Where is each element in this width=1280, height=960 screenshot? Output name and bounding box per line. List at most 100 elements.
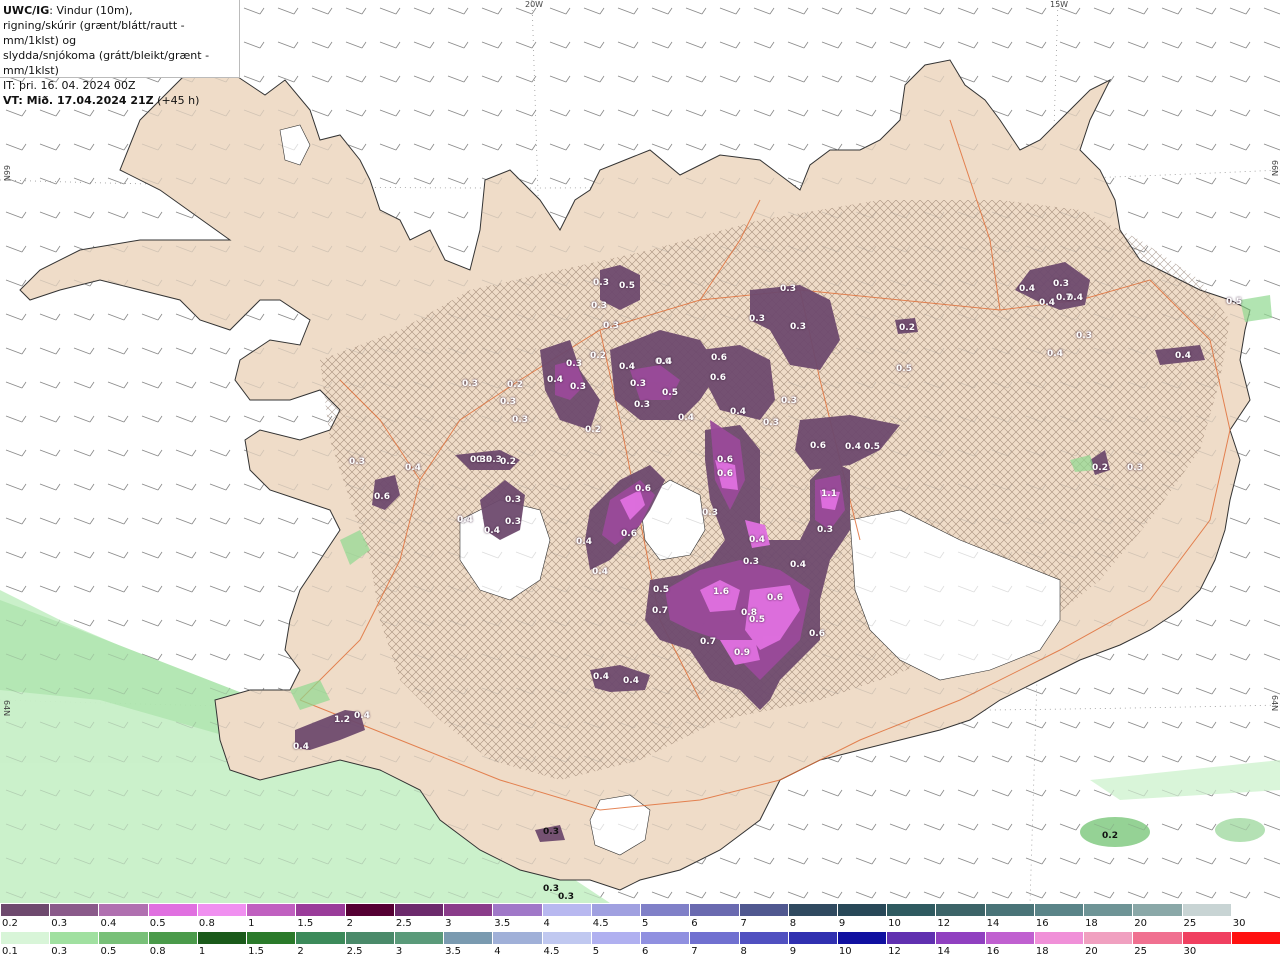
- legend-swatch: [295, 904, 345, 916]
- precip-value-label: 0.3: [817, 525, 833, 535]
- precip-value-label: 0.5: [749, 615, 765, 625]
- precip-value-label: 0.4: [790, 560, 806, 570]
- legend-tick-label: 1: [198, 946, 206, 957]
- precip-value-label: 0.2: [590, 351, 606, 361]
- weather-map: [0, 0, 1280, 903]
- precip-value-label: 0.4: [484, 526, 500, 536]
- precip-value-label: 0.3: [349, 457, 365, 467]
- precip-value-label: 0.4: [354, 711, 370, 721]
- precip-value-label: 0.4: [730, 407, 746, 417]
- legend-swatch: [1083, 904, 1133, 916]
- legend-tick-label: 0.5: [100, 946, 117, 957]
- legend-swatch: [393, 904, 444, 916]
- legend-swatch: [49, 932, 99, 944]
- lat-label-66n-left: 66N: [2, 165, 11, 182]
- legend-tick-label: 9: [789, 946, 797, 957]
- precip-value-label: 0.4: [1047, 349, 1063, 359]
- legend-tick-label: 7: [691, 946, 698, 957]
- legend-swatch: [0, 932, 50, 944]
- legend-tick-label: 20: [1134, 918, 1148, 929]
- precip-value-label: 0.6: [717, 455, 733, 465]
- precip-value-label: 0.4: [678, 413, 694, 423]
- legend-snow-colorbar: [0, 904, 1280, 916]
- legend-tick-label: 10: [888, 918, 901, 929]
- precip-value-label: 0.7: [652, 606, 668, 616]
- legend-tick-label: 4.5: [543, 946, 560, 957]
- legend-tick-label: 0.1: [2, 946, 18, 957]
- legend-tick-label: 3.5: [445, 946, 461, 957]
- lat-label-64n-left: 64N: [2, 700, 11, 717]
- precip-value-label: 0.3: [763, 418, 779, 428]
- precip-value-label: 0.3: [558, 892, 574, 902]
- legend-swatch: [443, 904, 493, 916]
- legend-swatch: [689, 904, 739, 916]
- legend-swatch: [1033, 904, 1084, 916]
- precip-value-label: 1.1: [821, 489, 837, 499]
- precip-value-label: 0.3: [500, 397, 516, 407]
- precip-value-label: 0.3: [462, 379, 478, 389]
- precip-value-label: 0.3: [603, 321, 619, 331]
- precip-value-label: 0.3: [790, 322, 806, 332]
- legend-tick-label: 0.8: [149, 946, 166, 957]
- precip-value-label: 0.4: [457, 515, 473, 525]
- precip-value-label: 0.2: [899, 323, 915, 333]
- wind-barbs-land: [0, 0, 1280, 903]
- legend-tick-label: 1.5: [297, 918, 314, 929]
- legend-swatch: [49, 904, 99, 916]
- precip-value-label: 0.3: [570, 382, 586, 392]
- legend-swatch: [1083, 932, 1133, 944]
- precip-value-label: 0.4: [405, 463, 421, 473]
- legend-swatch: [1230, 904, 1280, 916]
- legend-tick-label: 20: [1085, 946, 1098, 957]
- legend-swatch: [689, 932, 739, 944]
- legend-tick-label: 1: [248, 918, 255, 929]
- legend-tick-label: 5: [642, 918, 649, 929]
- legend-tick-label: 1.5: [248, 946, 265, 957]
- precip-value-label: 0.3: [543, 884, 559, 894]
- precip-value-label: 0.5: [653, 585, 669, 595]
- legend-tick-label: 25: [1183, 918, 1197, 929]
- legend-swatch: [787, 904, 837, 916]
- precip-value-label: 0.3: [702, 508, 718, 518]
- legend-tick-label: 3: [395, 946, 403, 957]
- legend-swatch: [147, 932, 197, 944]
- precip-value-label: 0.7: [700, 637, 716, 647]
- legend-tick-label: 14: [937, 946, 951, 957]
- legend-tick-label: 0.5: [149, 918, 166, 929]
- legend-swatch: [590, 932, 641, 944]
- legend-swatch: [984, 932, 1034, 944]
- legend-tick-label: 0.3: [51, 946, 68, 957]
- legend-swatch: [1230, 932, 1280, 944]
- precip-value-label: 0.4: [845, 442, 861, 452]
- title-line-1: UWC/IG: Vindur (10m),: [3, 4, 133, 17]
- legend-swatch: [98, 932, 148, 944]
- legend-tick-label: 8: [740, 946, 747, 957]
- legend-tick-label: 16: [986, 946, 1000, 957]
- legend-swatch: [787, 932, 837, 944]
- precip-value-label: 0.3: [505, 517, 521, 527]
- precip-value-label: 0.4: [1039, 298, 1055, 308]
- legend-swatch: [1132, 904, 1182, 916]
- legend-swatch: [344, 932, 394, 944]
- legend-tick-label: 30: [1232, 918, 1246, 929]
- precip-value-label: 0.3: [1076, 331, 1092, 341]
- legend-tick-label: 2.5: [395, 918, 412, 929]
- precip-value-label: 0.6: [710, 373, 726, 383]
- legend-swatch: [836, 904, 887, 916]
- precip-value-label: 0.2: [507, 380, 523, 390]
- precip-value-label: 0.3: [743, 557, 759, 567]
- legend-swatch: [0, 904, 50, 916]
- lat-label-64n-right: 64N: [1270, 695, 1279, 712]
- legend-swatch: [98, 904, 148, 916]
- legend-tick-label: 4.5: [592, 918, 609, 929]
- legend-tick-label: 0.3: [51, 918, 68, 929]
- title-line-2: rigning/skúrir (grænt/blátt/rautt - mm/1…: [3, 19, 185, 47]
- precip-value-label: 0.6: [717, 469, 733, 479]
- title-line-5: VT: Mið. 17.04.2024 21Z (+45 h): [3, 94, 200, 107]
- precip-value-label: 0.6: [621, 529, 637, 539]
- legend-tick-label: 2.5: [346, 946, 363, 957]
- legend-tick-label: 0.8: [198, 918, 215, 929]
- lon-label-20w: 20W: [525, 0, 544, 9]
- precip-value-label: 0.2: [585, 425, 601, 435]
- legend-swatch: [196, 932, 247, 944]
